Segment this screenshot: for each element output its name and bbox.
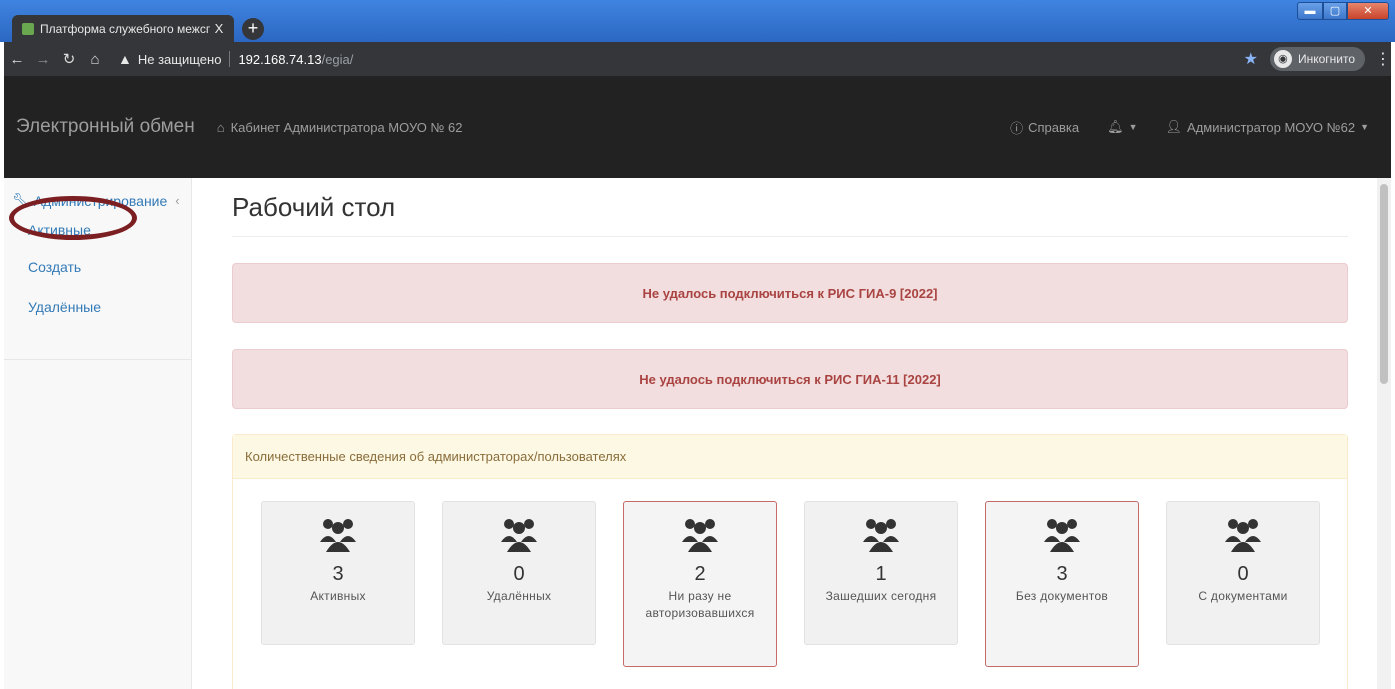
new-tab-button[interactable]: +: [242, 18, 264, 40]
help-label: Справка: [1028, 119, 1080, 135]
stat-value: 3: [332, 563, 344, 585]
users-icon: [1225, 519, 1261, 552]
sidebar-item-create[interactable]: Создать: [4, 247, 191, 287]
sidebar-divider: [4, 359, 192, 360]
sidebar-section-label: Администрирование: [33, 192, 168, 209]
maximize-button[interactable]: ▢: [1323, 2, 1347, 20]
security-label: Не защищено: [137, 51, 222, 67]
home-icon[interactable]: ⌂: [82, 51, 108, 68]
url-path: /egia/: [321, 51, 354, 67]
user-name: Администратор МОУО №62: [1187, 119, 1356, 135]
info-icon: ⓘ: [1010, 120, 1024, 136]
stat-value: 0: [513, 563, 525, 585]
forward-icon[interactable]: →: [30, 51, 56, 68]
stat-card-logged-today[interactable]: 1 Зашедших сегодня: [804, 501, 958, 645]
panel-heading: Количественные сведения об администратор…: [233, 435, 1347, 479]
browser-titlebar: Платформа служебного межсгр X + ▬ ▢ ✕: [0, 0, 1395, 42]
stat-label: Ни разу не авторизовавшихся: [645, 589, 755, 620]
back-icon[interactable]: ←: [4, 51, 30, 68]
incognito-badge[interactable]: ◉ Инкогнито: [1269, 47, 1365, 71]
tab-close-button[interactable]: X: [210, 21, 228, 36]
alert-gia11: Не удалось подключиться к РИС ГИА-11 [20…: [232, 349, 1348, 409]
stat-card-never-logged-in[interactable]: 2 Ни разу не авторизовавшихся: [623, 501, 777, 667]
user-menu[interactable]: 👤︎ Администратор МОУО №62 ▼: [1166, 119, 1369, 135]
stat-value: 1: [875, 563, 887, 585]
warning-icon[interactable]: ▲: [118, 51, 132, 67]
sidebar-item-active[interactable]: Активные: [4, 213, 191, 247]
app-navbar: Электронный обмен ⌂ Кабинет Администрато…: [4, 76, 1391, 178]
user-icon: 👤︎: [1165, 119, 1183, 134]
stats-panel: Количественные сведения об администратор…: [232, 434, 1348, 689]
reload-icon[interactable]: ↻: [56, 50, 82, 68]
page-scrollbar[interactable]: [1377, 178, 1391, 689]
sidebar: 🔧︎ Администрирование ‹ Активные Создать …: [4, 178, 192, 689]
chevron-left-icon: ‹: [175, 193, 180, 208]
caret-down-icon: ▼: [1128, 122, 1138, 132]
alert-gia9: Не удалось подключиться к РИС ГИА-9 [202…: [232, 263, 1348, 323]
window-controls: ▬ ▢ ✕: [1297, 2, 1389, 20]
breadcrumb[interactable]: ⌂ Кабинет Администратора МОУО № 62: [217, 120, 463, 135]
bell-icon: 🔔︎: [1107, 119, 1124, 134]
stat-value: 0: [1237, 563, 1249, 585]
tab-title: Платформа служебного межсгр: [40, 21, 210, 36]
bookmark-star-icon[interactable]: ★: [1244, 49, 1258, 69]
users-icon: [1044, 519, 1080, 552]
users-icon: [863, 519, 899, 552]
breadcrumb-label: Кабинет Администратора МОУО № 62: [230, 119, 463, 135]
brand-link[interactable]: Электронный обмен: [16, 116, 195, 138]
omnibox-divider: [229, 51, 231, 67]
incognito-label: Инкогнито: [1297, 52, 1355, 66]
users-icon: [320, 519, 356, 552]
url-host: 192.168.74.13: [238, 51, 322, 67]
stat-label: Удалённых: [486, 589, 552, 603]
help-link[interactable]: ⓘ Справка: [1010, 118, 1079, 137]
address-bar: ← → ↻ ⌂ ▲ Не защищено 192.168.74.13 /egi…: [4, 42, 1391, 76]
stat-label: С документами: [1198, 589, 1288, 603]
sidebar-section-admin[interactable]: 🔧︎ Администрирование ‹: [4, 178, 191, 209]
sidebar-item-deleted[interactable]: Удалённые: [4, 287, 191, 327]
users-icon: [501, 519, 537, 552]
wrench-icon: 🔧︎: [12, 192, 30, 208]
stats-row: 3 Активных 0 Удалённых 2 Ни разу не авторизов…: [261, 501, 1323, 667]
incognito-icon: ◉: [1273, 50, 1292, 68]
home-icon: ⌂: [216, 119, 225, 135]
stat-label: Зашедших сегодня: [825, 589, 937, 603]
users-icon: [682, 519, 718, 552]
url-field[interactable]: ▲ Не защищено 192.168.74.13 /egia/: [118, 45, 1244, 73]
caret-down-icon: ▼: [1360, 122, 1369, 132]
stat-label: Без документов: [1015, 589, 1109, 603]
stat-card-active[interactable]: 3 Активных: [261, 501, 415, 645]
close-window-button[interactable]: ✕: [1347, 2, 1389, 20]
title-divider: [232, 236, 1348, 237]
stat-card-with-documents[interactable]: 0 С документами: [1166, 501, 1320, 645]
favicon-icon: [22, 22, 34, 35]
stat-value: 3: [1056, 563, 1068, 585]
stat-card-deleted[interactable]: 0 Удалённых: [442, 501, 596, 645]
minimize-button[interactable]: ▬: [1297, 2, 1323, 20]
stat-card-no-documents[interactable]: 3 Без документов: [985, 501, 1139, 667]
stat-label: Активных: [310, 589, 366, 603]
notifications-dropdown[interactable]: 🔔︎ ▼: [1107, 119, 1137, 135]
stat-value: 2: [694, 563, 706, 585]
browser-menu-icon[interactable]: ⋮: [1375, 49, 1391, 69]
main-content: Рабочий стол Не удалось подключиться к Р…: [192, 178, 1391, 689]
scrollbar-thumb[interactable]: [1380, 184, 1388, 384]
browser-tab[interactable]: Платформа служебного межсгр X: [12, 15, 234, 42]
page-title: Рабочий стол: [232, 192, 396, 222]
